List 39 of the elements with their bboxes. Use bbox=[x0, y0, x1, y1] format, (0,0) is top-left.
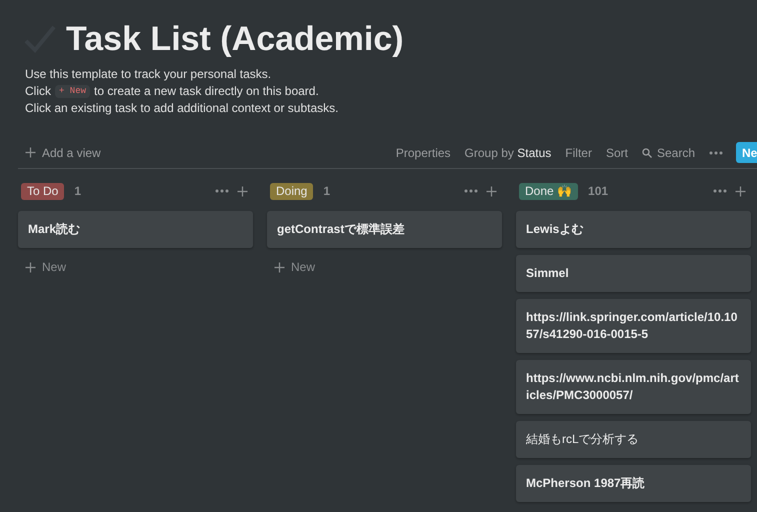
task-card[interactable]: https://link.springer.com/article/10.1057/s41290-016-0015-5 bbox=[516, 299, 751, 353]
add-icon[interactable] bbox=[237, 186, 248, 196]
more-icon[interactable] bbox=[464, 189, 478, 193]
more-icon[interactable] bbox=[215, 189, 229, 193]
task-card[interactable]: getContrastで標準誤差 bbox=[267, 211, 502, 248]
task-card[interactable]: Simmel bbox=[516, 255, 751, 292]
search-button[interactable]: Search bbox=[642, 144, 695, 162]
new-card-button[interactable]: New bbox=[18, 258, 66, 276]
new-card-button[interactable]: New bbox=[267, 258, 316, 276]
description-text: to create a new task directly on this board. bbox=[94, 83, 319, 100]
toolbar-button[interactable]: Group by Status bbox=[464, 144, 552, 162]
inline-code: + New bbox=[55, 85, 90, 98]
task-card[interactable]: https://www.ncbi.nlm.nih.gov/pmc/articles/PMC3000057/ bbox=[516, 360, 751, 414]
description-text: Use this template to track your personal tasks. bbox=[25, 66, 272, 83]
add-view-button[interactable]: Add a view bbox=[25, 144, 101, 162]
description-text: Click bbox=[25, 83, 51, 100]
card-count: 1 bbox=[74, 183, 82, 200]
page-title: Task List (Academic) bbox=[66, 22, 404, 56]
toolbar-button[interactable]: Sort bbox=[606, 144, 628, 162]
task-card[interactable]: Mark読む bbox=[18, 211, 253, 248]
plus-icon bbox=[274, 262, 285, 272]
toolbar-button[interactable]: Filter bbox=[565, 144, 592, 162]
card-count: 101 bbox=[588, 183, 608, 200]
add-icon[interactable] bbox=[735, 186, 746, 196]
add-icon[interactable] bbox=[486, 186, 497, 196]
plus-icon bbox=[25, 262, 36, 272]
more-icon[interactable] bbox=[713, 189, 727, 193]
status-tag: To Do bbox=[21, 182, 64, 200]
task-card[interactable]: McPherson 1987再読 bbox=[516, 465, 751, 502]
toolbar-button[interactable]: Properties bbox=[396, 144, 451, 162]
more-icon[interactable] bbox=[709, 150, 723, 154]
search-icon bbox=[642, 148, 652, 158]
plus-icon bbox=[25, 147, 36, 158]
description-text: Click an existing task to add additional context or subtasks. bbox=[25, 100, 338, 117]
card-count: 1 bbox=[323, 183, 330, 200]
task-card[interactable]: Lewisよむ bbox=[516, 211, 751, 248]
task-card[interactable]: 結婚もrcLで分析する bbox=[516, 421, 751, 458]
status-tag: Done 🙌 bbox=[519, 182, 578, 200]
status-tag: Doing bbox=[270, 182, 314, 200]
